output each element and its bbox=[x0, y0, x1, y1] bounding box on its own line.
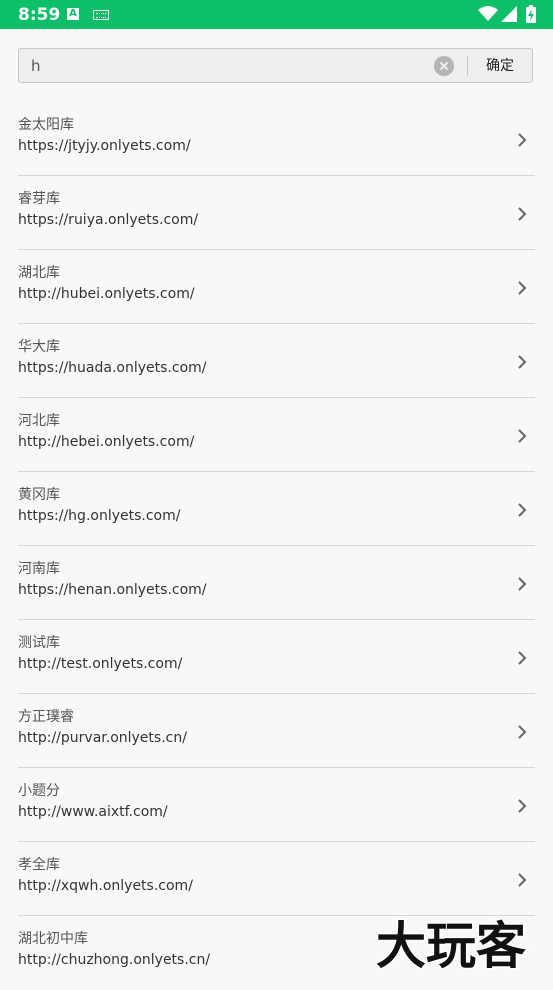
item-url: https://ruiya.onlyets.com/ bbox=[18, 212, 199, 228]
list-item[interactable]: 黄冈库 https://hg.onlyets.com/ bbox=[18, 472, 535, 546]
status-bar: 8:59 A bbox=[0, 0, 553, 29]
chevron-right-icon bbox=[518, 355, 527, 369]
keyboard-icon bbox=[93, 10, 109, 20]
chevron-right-icon bbox=[518, 725, 527, 739]
item-name: 湖北库 bbox=[18, 265, 60, 281]
item-url: http://xqwh.onlyets.com/ bbox=[18, 878, 193, 894]
item-name: 华大库 bbox=[18, 339, 60, 355]
watermark-logo: 大玩客 bbox=[376, 916, 528, 974]
item-name: 方正璞睿 bbox=[18, 709, 74, 725]
item-name: 孝全库 bbox=[18, 857, 60, 873]
list-item[interactable]: 测试库 http://test.onlyets.com/ bbox=[18, 620, 535, 694]
item-url: http://purvar.onlyets.cn/ bbox=[18, 730, 187, 746]
signal-icon bbox=[501, 6, 517, 22]
item-name: 河南库 bbox=[18, 561, 60, 577]
list-item[interactable]: 睿芽库 https://ruiya.onlyets.com/ bbox=[18, 176, 535, 250]
item-name: 河北库 bbox=[18, 413, 60, 429]
chevron-right-icon bbox=[518, 577, 527, 591]
clear-icon[interactable] bbox=[434, 56, 454, 76]
list-item[interactable]: 金太阳库 https://jtyjy.onlyets.com/ bbox=[18, 102, 535, 176]
item-url: http://www.aixtf.com/ bbox=[18, 804, 168, 820]
battery-charging-icon bbox=[526, 5, 536, 23]
item-url: http://hebei.onlyets.com/ bbox=[18, 434, 195, 450]
chevron-right-icon bbox=[518, 799, 527, 813]
list-item[interactable]: 小题分 http://www.aixtf.com/ bbox=[18, 768, 535, 842]
list-item[interactable]: 华大库 https://huada.onlyets.com/ bbox=[18, 324, 535, 398]
chevron-right-icon bbox=[518, 873, 527, 887]
item-url: http://hubei.onlyets.com/ bbox=[18, 286, 195, 302]
item-name: 金太阳库 bbox=[18, 117, 74, 133]
item-name: 黄冈库 bbox=[18, 487, 60, 503]
status-time: 8:59 bbox=[18, 5, 61, 25]
chevron-right-icon bbox=[518, 207, 527, 221]
list-item[interactable]: 孝全库 http://xqwh.onlyets.com/ bbox=[18, 842, 535, 916]
item-url: https://jtyjy.onlyets.com/ bbox=[18, 138, 191, 154]
notification-a-icon: A bbox=[67, 8, 79, 20]
list-item[interactable]: 河南库 https://henan.onlyets.com/ bbox=[18, 546, 535, 620]
search-bar: 确定 bbox=[18, 48, 533, 83]
list-item[interactable]: 河北库 http://hebei.onlyets.com/ bbox=[18, 398, 535, 472]
chevron-right-icon bbox=[518, 503, 527, 517]
list-item[interactable]: 湖北库 http://hubei.onlyets.com/ bbox=[18, 250, 535, 324]
item-url: http://test.onlyets.com/ bbox=[18, 656, 183, 672]
confirm-button[interactable]: 确定 bbox=[468, 49, 532, 82]
item-url: https://huada.onlyets.com/ bbox=[18, 360, 207, 376]
chevron-right-icon bbox=[518, 281, 527, 295]
item-url: https://hg.onlyets.com/ bbox=[18, 508, 181, 524]
item-name: 测试库 bbox=[18, 635, 60, 651]
chevron-right-icon bbox=[518, 429, 527, 443]
item-name: 湖北初中库 bbox=[18, 931, 88, 947]
chevron-right-icon bbox=[518, 133, 527, 147]
item-url: http://chuzhong.onlyets.cn/ bbox=[18, 952, 211, 968]
search-input[interactable] bbox=[19, 49, 429, 82]
list-item[interactable]: 方正璞睿 http://purvar.onlyets.cn/ bbox=[18, 694, 535, 768]
item-url: https://henan.onlyets.com/ bbox=[18, 582, 207, 598]
watermark-text: 大玩客 bbox=[376, 917, 526, 973]
chevron-right-icon bbox=[518, 651, 527, 665]
wifi-icon bbox=[478, 6, 498, 21]
item-name: 小题分 bbox=[18, 783, 60, 799]
item-name: 睿芽库 bbox=[18, 191, 60, 207]
library-list: 金太阳库 https://jtyjy.onlyets.com/ 睿芽库 http… bbox=[0, 102, 553, 990]
